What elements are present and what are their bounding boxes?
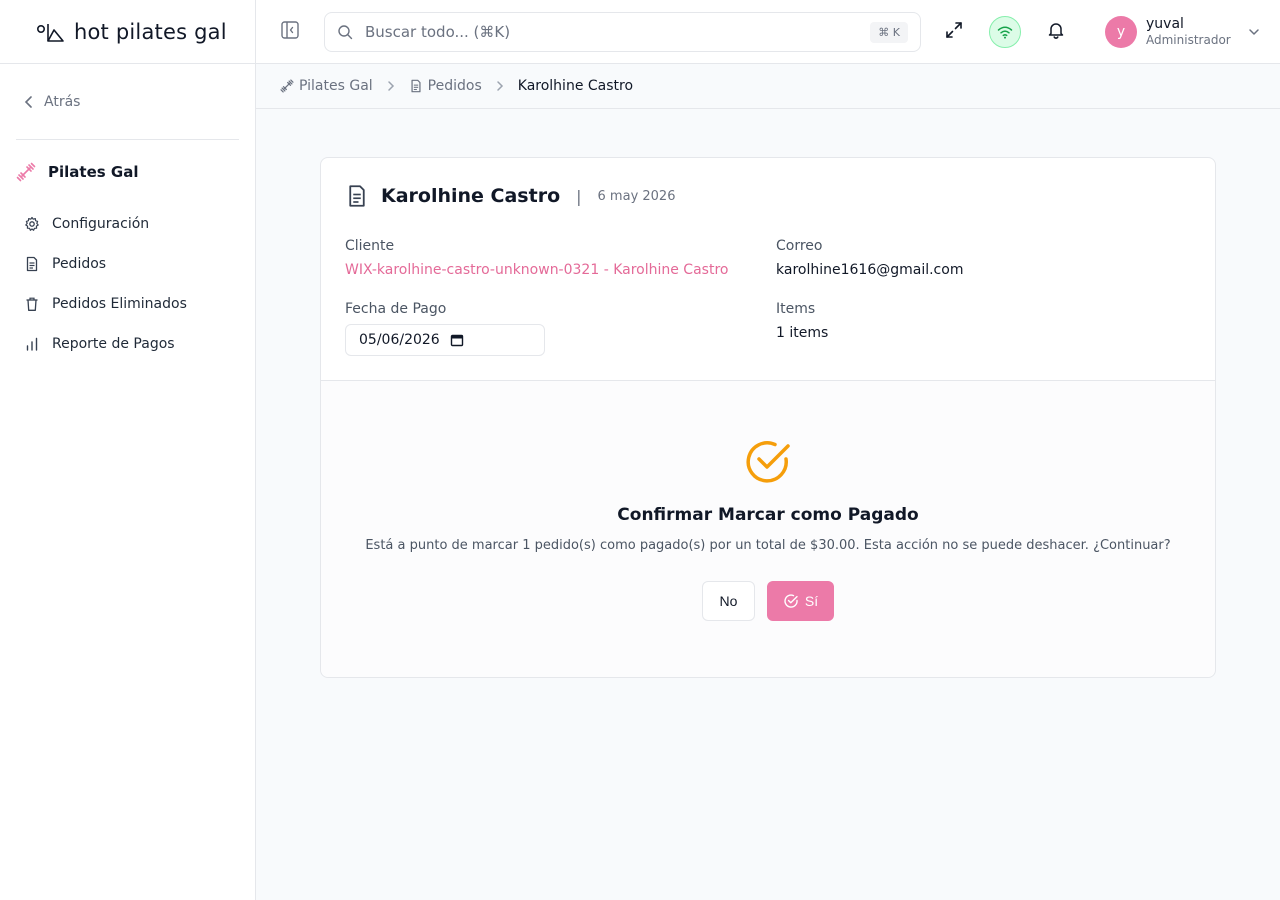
- sidebar-item-configuracion[interactable]: Configuración: [16, 204, 239, 244]
- connection-status-button[interactable]: [989, 16, 1021, 48]
- sidebar: hot pilates gal Atrás Pilates Gal Config…: [0, 0, 256, 900]
- order-date: 6 may 2026: [597, 188, 676, 204]
- email-label: Correo: [776, 238, 823, 254]
- document-icon: [349, 185, 365, 207]
- dumbbell-icon: [280, 79, 294, 93]
- breadcrumb-item-pedidos[interactable]: Pedidos: [409, 78, 482, 94]
- expand-icon: [946, 22, 962, 38]
- avatar: y: [1105, 16, 1137, 48]
- trash-icon: [26, 297, 38, 311]
- panel-left-icon: [281, 21, 299, 39]
- dumbbell-icon: [16, 162, 36, 182]
- sidebar-item-pedidos-eliminados[interactable]: Pedidos Eliminados: [16, 284, 239, 324]
- gear-icon: [25, 216, 39, 231]
- header-separator: |: [576, 186, 582, 206]
- user-info: yuval Administrador: [1146, 16, 1231, 48]
- sidebar-section-header: Pilates Gal: [0, 140, 255, 204]
- order-title: Karolhine Castro: [381, 185, 561, 207]
- back-link[interactable]: Atrás: [16, 64, 239, 140]
- order-header: Karolhine Castro | 6 may 2026: [345, 184, 675, 208]
- user-menu[interactable]: y yuval Administrador: [1105, 16, 1260, 48]
- search-bar[interactable]: ⌘ K: [324, 12, 921, 52]
- sidebar-section-title: Pilates Gal: [48, 163, 139, 181]
- yes-button-label: Sí: [804, 593, 819, 609]
- wifi-icon: [997, 26, 1013, 39]
- breadcrumb-item-pilates-gal[interactable]: Pilates Gal: [280, 78, 373, 94]
- document-icon: [26, 256, 38, 272]
- confirm-panel: Confirmar Marcar como Pagado Está a punt…: [321, 381, 1215, 677]
- sidebar-nav: Configuración Pedidos Pedidos Eliminados: [0, 204, 255, 364]
- payment-date-input[interactable]: 05/06/2026: [345, 324, 545, 356]
- confirm-title: Confirmar Marcar como Pagado: [617, 505, 919, 525]
- back-label: Atrás: [44, 93, 81, 110]
- user-role: Administrador: [1146, 33, 1231, 47]
- items-value: 1 items: [776, 325, 829, 341]
- document-icon: [411, 79, 421, 93]
- search-input[interactable]: [365, 23, 859, 41]
- email-value: karolhine1616@gmail.com: [776, 262, 964, 278]
- sidebar-item-label: Pedidos: [52, 256, 107, 272]
- bar-chart-icon: [26, 337, 38, 351]
- logo-text: hot pilates gal: [74, 19, 227, 44]
- bell-icon: [1048, 23, 1064, 39]
- client-link[interactable]: WIX-karolhine-castro-unknown-0321 - Karo…: [345, 262, 728, 278]
- client-label: Cliente: [345, 238, 395, 254]
- order-card: Karolhine Castro | 6 may 2026 Cliente WI…: [320, 157, 1216, 678]
- no-button[interactable]: No: [702, 581, 755, 621]
- chevron-right-icon: [497, 81, 503, 91]
- chevron-right-icon: [387, 81, 394, 91]
- confirm-message: Está a punto de marcar 1 pedido(s) como …: [365, 538, 1171, 553]
- sidebar-item-label: Configuración: [52, 216, 150, 232]
- chevron-left-icon: [24, 95, 32, 108]
- user-name: yuval: [1146, 16, 1184, 32]
- breadcrumb-item-current: Karolhine Castro: [517, 78, 634, 94]
- calendar-icon[interactable]: [450, 333, 464, 347]
- sidebar-item-pedidos[interactable]: Pedidos: [16, 244, 239, 284]
- sidebar-item-label: Reporte de Pagos: [52, 336, 175, 352]
- check-circle-icon: [784, 594, 798, 608]
- yes-button[interactable]: Sí: [767, 581, 834, 621]
- notifications-button[interactable]: [1046, 20, 1068, 42]
- top-bar: ⌘ K y yuval: [256, 0, 1280, 64]
- check-circle-icon: [746, 441, 790, 483]
- sidebar-item-label: Pedidos Eliminados: [52, 296, 187, 312]
- sidebar-toggle-button[interactable]: [280, 20, 302, 42]
- chevron-down-icon: [1248, 29, 1259, 35]
- fullscreen-button[interactable]: [944, 20, 966, 42]
- logo-icon: [36, 23, 64, 42]
- search-icon: [338, 25, 353, 40]
- sidebar-item-reporte-de-pagos[interactable]: Reporte de Pagos: [16, 324, 239, 364]
- app-logo[interactable]: hot pilates gal: [0, 0, 255, 64]
- no-button-label: No: [719, 593, 738, 609]
- payment-date-value: 05/06/2026: [359, 332, 440, 348]
- breadcrumb-label: Pilates Gal: [299, 78, 373, 94]
- payment-date-label: Fecha de Pago: [345, 301, 447, 317]
- search-shortcut-badge: ⌘ K: [870, 21, 908, 43]
- items-label: Items: [776, 301, 816, 317]
- breadcrumb-label: Pedidos: [427, 78, 482, 94]
- breadcrumb: Pilates Gal Pedidos Karolhine Castro: [256, 64, 1280, 109]
